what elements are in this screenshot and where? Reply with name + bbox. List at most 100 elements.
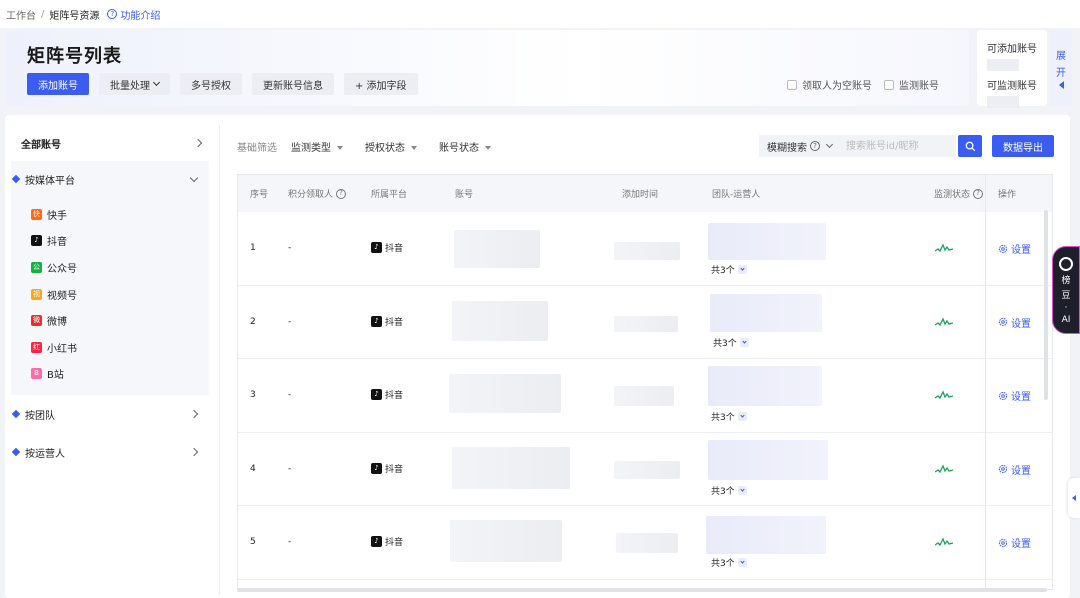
multi-auth-button[interactable]: 多号授权 [180,73,242,95]
sidebar-group-team[interactable]: 按团队 [11,395,209,433]
expand-tab[interactable]: 展 开 [1050,30,1072,106]
settings-button[interactable]: 设置 [998,388,1031,403]
ai-name-3: AI [1061,315,1071,325]
col-team: 团队-运营人 [712,190,761,200]
row-platform: ♪ 抖音 [371,462,403,475]
account-redacted [452,446,570,489]
chevron-right-icon [189,447,199,457]
sidebar-item-all-accounts[interactable]: 全部账号 [11,125,209,161]
wechat-mp-icon: 公 [31,261,42,273]
team-total-toggle[interactable]: 共3个 [711,410,747,423]
table-horizontal-scrollbar[interactable] [237,588,1047,592]
can-monitor-label: 可监测账号 [987,81,1037,92]
weibo-icon: 微 [31,315,42,327]
toolbar: 添加账号 批量处理 多号授权 更新账号信息 + 添加字段 [27,73,418,95]
settings-label: 设置 [1011,392,1031,404]
team-total-label: 共3个 [711,266,735,276]
add-account-button[interactable]: 添加账号 [27,73,89,95]
help-icon: ? [810,141,820,151]
page-title: 矩阵号列表 [27,46,122,67]
diamond-icon [11,174,21,184]
search-mode-label: 模糊搜索 [767,142,807,154]
monitor-type-dropdown[interactable]: 监测类型 [291,139,343,154]
monitor-wave-icon [935,243,953,253]
row-platform-label: 抖音 [385,244,404,254]
douyin-icon: ♪ [371,536,382,548]
row-index: 1 [250,243,256,253]
account-redacted [454,230,540,268]
feature-intro-link[interactable]: ? 功能介绍 [107,7,160,22]
row-platform: ♪ 抖音 [371,388,403,401]
team-total-toggle[interactable]: 共3个 [713,336,749,349]
side-collapse-tab[interactable] [1068,478,1080,518]
team-total-toggle[interactable]: 共3个 [711,263,747,276]
ai-name-1: 榜 [1061,276,1071,286]
kuaishou-icon: 快 [31,208,42,220]
douyin-icon: ♪ [371,315,382,327]
col-claimer-label: 积分领取人 [288,190,334,200]
settings-button[interactable]: 设置 [998,535,1031,550]
monitor-wave-icon [935,464,953,473]
table-row[interactable]: 1 - ♪ 抖音 共3个 设置 [238,212,1052,286]
account-status-dropdown[interactable]: 账号状态 [439,139,491,154]
search-mode-select[interactable]: 模糊搜索 ? [759,135,840,157]
platform-group: 按媒体平台 快快手 ♪ 抖音公公众号视视频号微微博红小红书 B B站 [11,161,209,396]
table-row[interactable]: 2 - ♪ 抖音 共3个 设置 [238,286,1052,360]
sidebar-item-platform[interactable]: 公公众号 [31,254,209,281]
row-claimer: - [288,463,292,474]
added-time-redacted [614,242,680,260]
added-time-redacted [616,533,678,554]
account-status-label: 账号状态 [439,142,479,154]
breadcrumb-current: 矩阵号资源 [49,10,100,22]
sidebar-item-platform[interactable]: 微微博 [31,307,209,334]
empty-claimer-checkbox[interactable]: 领取人为空账号 [787,77,872,92]
table-header: 序号 积分领取人? 所属平台 账号 添加时间 团队-运营人 监测状态? 操作 [238,175,1052,212]
sidebar-item-platform[interactable]: 红小红书 [31,334,209,361]
douyin-icon: ♪ [31,235,42,247]
sidebar-item-platform[interactable]: 视视频号 [31,281,209,308]
auth-status-dropdown[interactable]: 授权状态 [365,139,417,154]
table-vertical-scrollbar[interactable] [1044,210,1048,400]
platform-label: 视频号 [47,290,77,302]
search-button[interactable] [958,135,982,157]
row-index: 4 [250,463,256,474]
search-input[interactable] [840,135,956,157]
sidebar-item-platform[interactable]: B B站 [31,361,209,388]
breadcrumb-separator: / [41,8,45,20]
col-added-time: 添加时间 [622,190,659,200]
col-ops: 操作 [998,190,1017,200]
platform-list: 快快手 ♪ 抖音公公众号视视频号微微博红小红书 B B站 [11,197,209,395]
chevron-down-icon [189,173,199,182]
empty-claimer-label: 领取人为空账号 [802,81,872,92]
chevron-right-icon [189,409,199,419]
batch-process-button[interactable]: 批量处理 [99,73,170,95]
sidebar-item-platform[interactable]: ♪ 抖音 [31,228,209,255]
all-accounts-label: 全部账号 [21,139,61,151]
add-field-button[interactable]: + 添加字段 [344,73,418,95]
sidebar-group-platform[interactable]: 按媒体平台 [11,161,209,197]
update-info-button[interactable]: 更新账号信息 [252,73,334,95]
can-monitor-value [987,96,1019,108]
chevron-down-icon [152,78,161,87]
settings-button[interactable]: 设置 [998,241,1031,256]
chevron-down-icon [825,140,834,149]
team-total-toggle[interactable]: 共3个 [711,484,747,497]
settings-button[interactable]: 设置 [998,315,1031,330]
breadcrumb-root[interactable]: 工作台 [6,7,36,22]
settings-button[interactable]: 设置 [998,462,1031,477]
team-total-toggle[interactable]: 共3个 [711,556,747,569]
export-button[interactable]: 数据导出 [992,135,1054,157]
sidebar-group-operator[interactable]: 按运营人 [11,433,209,471]
expand-label-1: 展 [1056,51,1066,62]
ai-assistant-button[interactable]: 榜 豆 · AI [1052,246,1080,334]
sidebar-item-platform[interactable]: 快快手 [31,201,209,228]
team-redacted [710,293,822,332]
table-row[interactable]: 3 - ♪ 抖音 共3个 设置 [238,359,1052,433]
caret-down-icon [337,145,343,150]
col-platform: 所属平台 [371,190,408,200]
row-claimer: - [288,316,292,327]
table-row[interactable]: 4 - ♪ 抖音共3个 设置 [238,433,1052,507]
monitored-checkbox[interactable]: 监测账号 [884,77,939,92]
settings-label: 设置 [1011,539,1031,551]
table-row[interactable]: 5 - ♪ 抖音 共3个 设置 [238,506,1052,580]
